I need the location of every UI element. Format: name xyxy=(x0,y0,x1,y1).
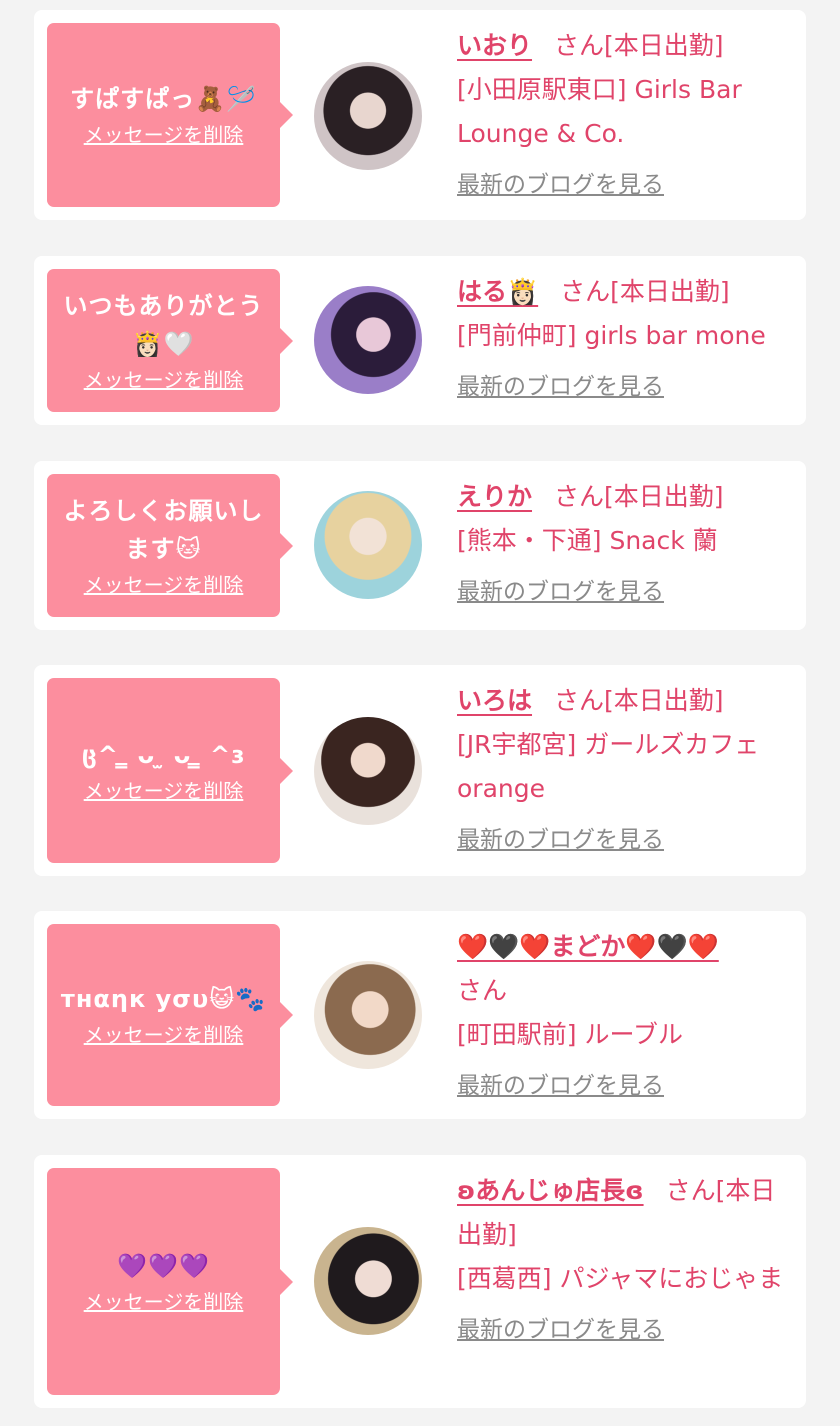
message-bubble: тнαηк уσυ😺🐾 メッセージを削除 xyxy=(47,924,293,1106)
attendance-status: [本日出勤] xyxy=(604,31,724,60)
view-blog-link[interactable]: 最新のブログを見る xyxy=(457,370,664,404)
cast-info: ʚあんじゅ店長ɞ さん[本日出勤] [西葛西] パジャマにおじゃま 最新のブログを… xyxy=(457,1169,790,1347)
cast-name-link[interactable]: ❤️🖤❤️まどか❤️🖤❤️ xyxy=(457,932,719,961)
avatar[interactable] xyxy=(314,491,422,599)
favorites-list: すぱすぱっ🧸🪡 メッセージを削除 いおり さん[本日出勤] [小田原駅東口] Gi… xyxy=(0,0,840,1426)
cast-card: いつもありがとう👸🏻🤍 メッセージを削除 はる👸🏻 さん[本日出勤] [門前仲町]… xyxy=(34,256,806,425)
view-blog-link[interactable]: 最新のブログを見る xyxy=(457,1313,664,1347)
message-bubble: 💜💜💜 メッセージを削除 xyxy=(47,1168,293,1395)
cast-card: すぱすぱっ🧸🪡 メッセージを削除 いおり さん[本日出勤] [小田原駅東口] Gi… xyxy=(34,10,806,220)
cast-card: よろしくお願いします🐱 メッセージを削除 えりか さん[本日出勤] [熊本・下通]… xyxy=(34,461,806,630)
attendance-status: [本日出勤] xyxy=(610,277,730,306)
cast-info: いおり さん[本日出勤] [小田原駅東口] Girls Bar Lounge & … xyxy=(457,24,790,202)
shop-name: [熊本・下通] Snack 蘭 xyxy=(457,526,718,555)
san-label: さん xyxy=(457,976,508,1005)
avatar[interactable] xyxy=(314,717,422,825)
message-bubble: ც^ ̳ ᴗ ̫ ᴗ ̳ ^ɜ メッセージを削除 xyxy=(47,678,293,863)
cast-name-link[interactable]: えりか xyxy=(457,482,532,511)
cast-card: тнαηк уσυ😺🐾 メッセージを削除 ❤️🖤❤️まどか❤️🖤❤️ さん [町田… xyxy=(34,911,806,1119)
delete-message-link[interactable]: メッセージを削除 xyxy=(84,570,244,600)
message-text: すぱすぱっ🧸🪡 xyxy=(70,85,257,113)
avatar[interactable] xyxy=(314,286,422,394)
cast-info: ❤️🖤❤️まどか❤️🖤❤️ さん [町田駅前] ルーブル 最新のブログを見る xyxy=(457,925,790,1103)
view-blog-link[interactable]: 最新のブログを見る xyxy=(457,575,664,609)
cast-name-link[interactable]: ʚあんじゅ店長ɞ xyxy=(457,1176,644,1205)
shop-name: [町田駅前] ルーブル xyxy=(457,1020,683,1049)
view-blog-link[interactable]: 最新のブログを見る xyxy=(457,168,664,202)
cast-card: 💜💜💜 メッセージを削除 ʚあんじゅ店長ɞ さん[本日出勤] [西葛西] パジャマ… xyxy=(34,1155,806,1408)
shop-name: [JR宇都宮] ガールズカフェ orange xyxy=(457,730,760,803)
message-text: いつもありがとう👸🏻🤍 xyxy=(63,291,264,358)
view-blog-link[interactable]: 最新のブログを見る xyxy=(457,823,664,857)
message-text: ც^ ̳ ᴗ ̫ ᴗ ̳ ^ɜ xyxy=(81,740,246,769)
avatar[interactable] xyxy=(314,1227,422,1335)
delete-message-link[interactable]: メッセージを削除 xyxy=(84,365,244,395)
cast-name-link[interactable]: いろは xyxy=(457,686,532,715)
attendance-status: [本日出勤] xyxy=(604,482,724,511)
delete-message-link[interactable]: メッセージを削除 xyxy=(84,120,244,150)
attendance-status: [本日出勤] xyxy=(604,686,724,715)
san-label: さん xyxy=(665,1176,716,1205)
delete-message-link[interactable]: メッセージを削除 xyxy=(84,1020,244,1050)
message-text: тнαηк уσυ😺🐾 xyxy=(60,985,267,1013)
message-text: よろしくお願いします🐱 xyxy=(63,496,264,563)
view-blog-link[interactable]: 最新のブログを見る xyxy=(457,1069,664,1103)
san-label: さん xyxy=(554,31,605,60)
message-bubble: すぱすぱっ🧸🪡 メッセージを削除 xyxy=(47,23,293,207)
san-label: さん xyxy=(554,482,605,511)
message-bubble: よろしくお願いします🐱 メッセージを削除 xyxy=(47,474,293,617)
san-label: さん xyxy=(554,686,605,715)
cast-name-link[interactable]: いおり xyxy=(457,31,532,60)
san-label: さん xyxy=(560,277,611,306)
message-text: 💜💜💜 xyxy=(117,1251,210,1280)
shop-name: [門前仲町] girls bar mone xyxy=(457,321,766,350)
shop-name: [小田原駅東口] Girls Bar Lounge & Co. xyxy=(457,75,742,148)
delete-message-link[interactable]: メッセージを削除 xyxy=(84,1287,244,1317)
cast-name-link[interactable]: はる👸🏻 xyxy=(457,277,538,306)
cast-card: ც^ ̳ ᴗ ̫ ᴗ ̳ ^ɜ メッセージを削除 いろは さん[本日出勤] [JR… xyxy=(34,665,806,876)
cast-info: いろは さん[本日出勤] [JR宇都宮] ガールズカフェ orange 最新のブロ… xyxy=(457,679,790,857)
avatar[interactable] xyxy=(314,62,422,170)
cast-info: はる👸🏻 さん[本日出勤] [門前仲町] girls bar mone 最新のブロ… xyxy=(457,270,790,404)
message-bubble: いつもありがとう👸🏻🤍 メッセージを削除 xyxy=(47,269,293,412)
shop-name: [西葛西] パジャマにおじゃま xyxy=(457,1264,784,1293)
delete-message-link[interactable]: メッセージを削除 xyxy=(84,776,244,806)
cast-info: えりか さん[本日出勤] [熊本・下通] Snack 蘭 最新のブログを見る xyxy=(457,475,790,609)
avatar[interactable] xyxy=(314,961,422,1069)
